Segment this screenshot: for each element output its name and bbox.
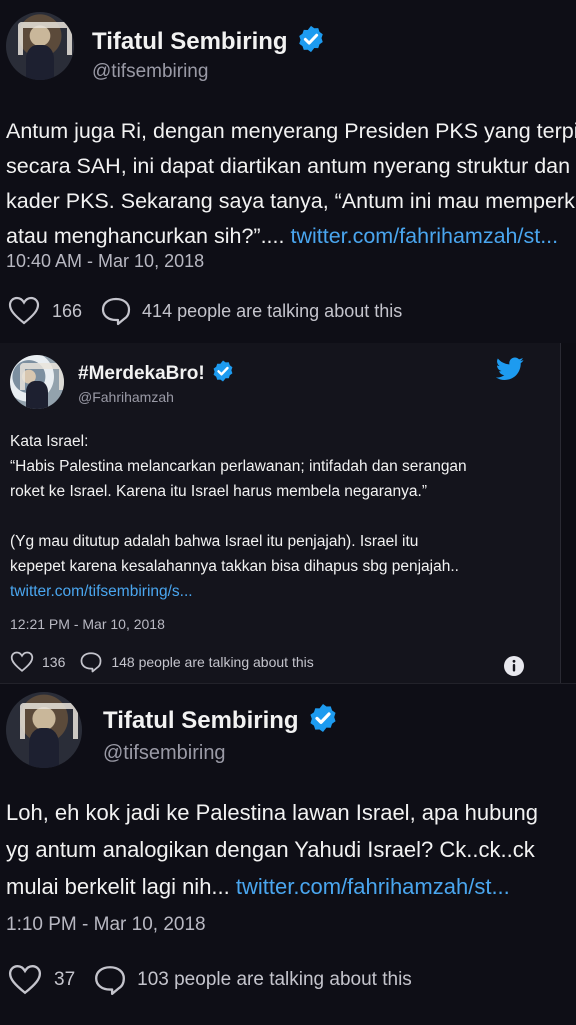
timestamp[interactable]: 1:10 PM - Mar 10, 2018 [6, 914, 206, 936]
like-count: 166 [52, 300, 83, 321]
author-name-text: #MerdekaBro! [78, 363, 205, 385]
tweet-actions: 37 103 people are talking about this [8, 964, 412, 996]
timestamp[interactable]: 10:40 AM - Mar 10, 2018 [6, 251, 204, 272]
verified-icon [307, 702, 339, 741]
tweet-text-line: kader PKS. Sekarang saya tanya, “Antum i… [6, 189, 576, 213]
tweet-text-line: (Yg mau ditutup adalah bahwa Israel itu … [10, 533, 419, 550]
quoted-tweet-card[interactable]: #MerdekaBro! @Fahrihamzah Kata Israel: “… [0, 343, 561, 683]
author-name[interactable]: Tifatul Sembiring [92, 24, 326, 61]
info-icon[interactable] [503, 655, 525, 682]
talking-count[interactable]: 414 people are talking about this [142, 301, 402, 322]
tweet-actions: 136 148 people are talking about this [10, 651, 314, 673]
tweet-text-line: mulai berkelit lagi nih... [6, 874, 230, 899]
talking-count[interactable]: 148 people are talking about this [111, 654, 313, 670]
heart-icon[interactable] [8, 296, 40, 326]
timestamp[interactable]: 12:21 PM - Mar 10, 2018 [10, 616, 165, 632]
author-handle[interactable]: @Fahrihamzah [78, 389, 174, 405]
tweet-text: Loh, eh kok jadi ke Palestina lawan Isra… [6, 794, 538, 905]
author-name-text: Tifatul Sembiring [92, 27, 288, 55]
heart-icon[interactable] [8, 964, 42, 996]
avatar[interactable] [6, 12, 74, 80]
comment-icon[interactable] [100, 296, 132, 326]
tweet-card[interactable]: Tifatul Sembiring @tifsembiring Antum ju… [0, 0, 576, 343]
tweet-link[interactable]: twitter.com/fahrihamzah/st... [290, 224, 558, 248]
tweet-text-line: Loh, eh kok jadi ke Palestina lawan Isra… [6, 800, 539, 825]
tweet-text: Antum juga Ri, dengan menyerang Presiden… [6, 114, 576, 254]
author-name[interactable]: #MerdekaBro! [78, 359, 235, 389]
author-name[interactable]: Tifatul Sembiring [103, 702, 339, 741]
avatar[interactable] [6, 692, 82, 768]
tweet-text: Kata Israel: “Habis Palestina melancarka… [10, 429, 467, 604]
twitter-bird-icon[interactable] [495, 357, 524, 386]
like-count: 136 [42, 654, 66, 670]
like-count: 37 [54, 969, 76, 990]
verified-icon [211, 359, 235, 389]
tweet-text-line: “Habis Palestina melancarkan perlawanan;… [10, 458, 467, 475]
tweet-link[interactable]: twitter.com/tifsembiring/s... [10, 579, 467, 604]
author-handle[interactable]: @tifsembiring [92, 61, 208, 83]
talking-count[interactable]: 103 people are talking about this [137, 969, 412, 991]
tweet-text-line: yg antum analogikan dengan Yahudi Israel… [6, 837, 535, 862]
avatar[interactable] [10, 355, 64, 409]
author-name-text: Tifatul Sembiring [103, 706, 299, 734]
verified-icon [296, 24, 326, 61]
comment-icon[interactable] [79, 651, 103, 673]
tweet-text-line: atau menghancurkan sih?”.... [6, 224, 285, 248]
tweet-text-line: secara SAH, ini dapat diartikan antum ny… [6, 154, 571, 178]
tweet-actions: 166 414 people are talking about this [8, 296, 402, 326]
tweet-text-line: Kata Israel: [10, 433, 89, 450]
heart-icon[interactable] [10, 651, 34, 673]
author-handle[interactable]: @tifsembiring [103, 742, 226, 765]
tweet-link[interactable]: twitter.com/fahrihamzah/st... [236, 874, 510, 899]
tweet-card[interactable]: Tifatul Sembiring @tifsembiring Loh, eh … [0, 683, 576, 1025]
tweet-text-line: roket ke Israel. Karena itu Israel harus… [10, 483, 427, 500]
tweet-text-line: Antum juga Ri, dengan menyerang Presiden… [6, 119, 576, 143]
comment-icon[interactable] [93, 964, 127, 996]
tweet-text-line: kepepet karena kesalahannya takkan bisa … [10, 558, 459, 575]
